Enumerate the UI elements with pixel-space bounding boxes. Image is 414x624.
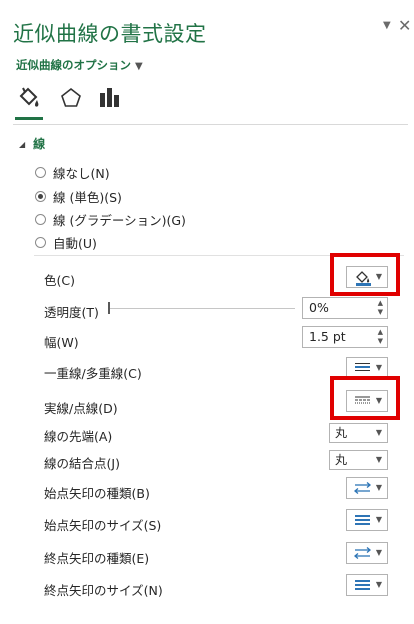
radio-automatic[interactable]: 自動(U) [35, 233, 97, 252]
radio-gradient-line[interactable]: 線 (グラデーション)(G) [35, 210, 186, 229]
highlight-box-dash [330, 376, 400, 420]
chevron-down-icon: ▼ [375, 580, 382, 589]
chevron-down-icon: ▼ [375, 515, 382, 524]
options-dropdown[interactable]: 近似曲線のオプション ▼ [16, 57, 143, 73]
width-input[interactable]: 1.5 pt ▲ ▼ [302, 326, 388, 348]
spin-up-icon[interactable]: ▲ [378, 299, 383, 307]
arrows-swap-icon [353, 547, 372, 559]
join-type-value: 丸 [335, 453, 348, 467]
options-label: 近似曲線のオプション [16, 58, 131, 72]
pane-options-dropdown-icon[interactable]: ▼ [383, 20, 391, 31]
join-type-dropdown[interactable]: 丸 ▼ [329, 450, 388, 470]
begin-arrow-type-label: 始点矢印の種類(B) [44, 486, 150, 501]
paint-bucket-icon[interactable] [16, 85, 42, 111]
width-value: 1.5 pt [309, 329, 346, 344]
cap-type-value: 丸 [335, 426, 348, 440]
transparency-label: 透明度(T) [44, 305, 99, 320]
compound-lines-icon [355, 363, 370, 371]
cap-type-label: 線の先端(A) [44, 429, 113, 444]
end-arrow-type-label: 終点矢印の種類(E) [44, 551, 150, 566]
compound-type-label: 一重線/多重線(C) [44, 366, 142, 381]
color-label: 色(C) [44, 273, 75, 288]
spin-down-icon[interactable]: ▼ [378, 308, 383, 316]
active-tab-indicator [15, 117, 43, 120]
radio-button[interactable] [35, 167, 46, 178]
end-arrow-type-button[interactable]: ▼ [346, 542, 388, 564]
join-type-label: 線の結合点(J) [44, 456, 120, 471]
end-arrow-size-label: 終点矢印のサイズ(N) [44, 583, 163, 598]
radio-label: 自動(U) [53, 236, 97, 251]
begin-arrow-size-label: 始点矢印のサイズ(S) [44, 518, 162, 533]
radio-label: 線なし(N) [53, 166, 110, 181]
arrow-size-lines-icon [355, 580, 370, 590]
radio-label: 線 (単色)(S) [53, 190, 122, 205]
spin-up-icon[interactable]: ▲ [378, 328, 383, 336]
chevron-down-icon: ▼ [375, 548, 382, 557]
radio-label: 線 (グラデーション)(G) [53, 213, 186, 228]
radio-button[interactable] [35, 214, 46, 225]
radio-solid-line[interactable]: 線 (単色)(S) [35, 187, 122, 206]
highlight-box-color [330, 253, 400, 296]
transparency-slider-thumb[interactable] [108, 302, 110, 314]
radio-button[interactable] [35, 237, 46, 248]
chevron-down-icon: ▼ [375, 428, 382, 437]
spin-down-icon[interactable]: ▼ [378, 337, 383, 345]
section-line-header[interactable]: ◢ 線 [19, 135, 45, 152]
arrows-swap-icon [353, 482, 372, 494]
radio-no-line[interactable]: 線なし(N) [35, 163, 110, 182]
transparency-value: 0% [309, 300, 329, 315]
close-icon[interactable]: ✕ [398, 16, 411, 35]
chevron-down-icon: ▼ [375, 455, 382, 464]
begin-arrow-size-button[interactable]: ▼ [346, 509, 388, 531]
chevron-down-icon: ▼ [375, 483, 382, 492]
transparency-input[interactable]: 0% ▲ ▼ [302, 297, 388, 319]
width-label: 幅(W) [44, 335, 79, 350]
dash-type-label: 実線/点線(D) [44, 401, 118, 416]
collapse-triangle-icon: ◢ [19, 140, 26, 149]
section-title: 線 [33, 137, 46, 151]
begin-arrow-type-button[interactable]: ▼ [346, 477, 388, 499]
chevron-down-icon: ▼ [135, 61, 143, 72]
bar-chart-icon[interactable] [97, 85, 123, 111]
divider [13, 124, 408, 125]
arrow-size-lines-icon [355, 515, 370, 525]
radio-button-selected[interactable] [35, 191, 46, 202]
pane-title: 近似曲線の書式設定 [13, 22, 207, 46]
cap-type-dropdown[interactable]: 丸 ▼ [329, 423, 388, 443]
transparency-slider-track[interactable] [110, 308, 295, 309]
pentagon-icon[interactable] [58, 85, 84, 111]
end-arrow-size-button[interactable]: ▼ [346, 574, 388, 596]
chevron-down-icon: ▼ [375, 363, 382, 372]
